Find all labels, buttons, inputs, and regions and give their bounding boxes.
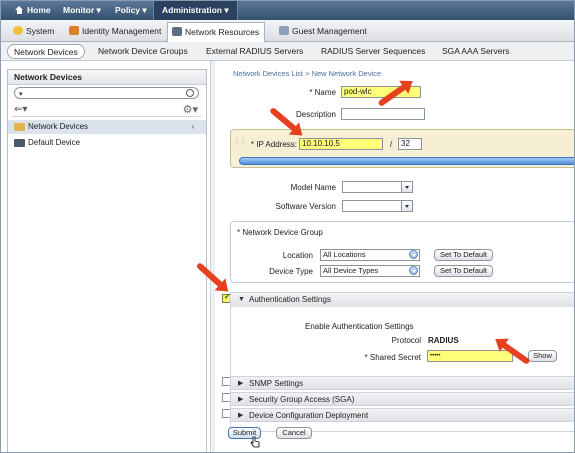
admin-subnav: System Identity Management Network Resou… [1, 20, 574, 42]
snmp-settings-header[interactable]: ▶ SNMP Settings [230, 376, 574, 390]
network-device-group-panel: * Network Device Group Location All Loca… [230, 221, 574, 283]
ip-range-bar [239, 157, 574, 165]
guest-icon [279, 26, 289, 35]
tree-item-default-device[interactable]: Default Device [8, 136, 206, 150]
tree-item-network-devices[interactable]: Network Devices › [8, 120, 206, 134]
mask-separator: / [389, 140, 393, 149]
snmp-settings-title: SNMP Settings [249, 379, 304, 388]
home-icon [15, 6, 24, 14]
cancel-button[interactable]: Cancel [276, 427, 312, 439]
chevron-down-icon[interactable] [409, 266, 418, 275]
nav-monitor[interactable]: Monitor ▾ [63, 1, 101, 20]
gear-icon[interactable]: ⚙▾ [183, 103, 198, 116]
software-version-label: Software Version [275, 202, 336, 211]
tab-identity-management[interactable]: Identity Management [65, 22, 161, 42]
sga-header[interactable]: ▶ Security Group Access (SGA) [230, 392, 574, 406]
sidebar-search-input[interactable]: ▾ [14, 87, 199, 99]
location-select[interactable]: All Locations [320, 249, 420, 261]
tab-system[interactable]: System [9, 22, 54, 42]
tab-identity-label: Identity Management [82, 26, 162, 36]
tab-network-device-groups[interactable]: Network Device Groups [98, 44, 188, 59]
location-value: All Locations [323, 250, 366, 259]
shared-secret-input[interactable]: ••••• [427, 350, 513, 362]
device-type-value: All Device Types [323, 266, 379, 275]
breadcrumb[interactable]: Network Devices List > New Network Devic… [233, 69, 381, 78]
main-form: Network Devices List > New Network Devic… [216, 61, 574, 452]
tab-radius-server-sequences[interactable]: RADIUS Server Sequences [321, 44, 425, 59]
software-version-select[interactable] [342, 200, 413, 212]
name-label: * Name [309, 88, 336, 97]
shared-secret-label: * Shared Secret [364, 353, 421, 362]
device-type-label: Device Type [269, 267, 313, 276]
tree-item-label: Network Devices [28, 122, 89, 131]
model-name-label: Model Name [290, 183, 336, 192]
chevron-right-icon[interactable]: › [191, 120, 194, 134]
tab-sga-aaa-servers[interactable]: SGA AAA Servers [442, 44, 510, 59]
triangle-right-icon: ▶ [238, 380, 244, 387]
triangle-down-icon: ▼ [238, 296, 245, 303]
description-input[interactable] [341, 108, 425, 120]
search-dropdown-icon[interactable]: ▾ [19, 90, 23, 98]
tab-system-label: System [26, 26, 55, 36]
ndg-title: * Network Device Group [237, 228, 323, 237]
tab-guest-management[interactable]: Guest Management [275, 22, 367, 42]
identity-icon [69, 26, 79, 35]
search-icon[interactable] [186, 89, 194, 97]
nav-home[interactable]: Home [15, 1, 51, 20]
sidebar-title: Network Devices [8, 70, 206, 85]
sidebar: Network Devices ▾ ⇐▾ ⚙▾ Network Devices … [7, 69, 207, 452]
triangle-right-icon: ▶ [238, 396, 244, 403]
ip-address-input[interactable]: 10.10.10.5 [299, 138, 383, 150]
enable-auth-label: Enable Authentication Settings [305, 322, 414, 331]
device-type-set-default-button[interactable]: Set To Default [434, 265, 493, 277]
chevron-down-icon[interactable] [401, 201, 412, 211]
authentication-settings-title: Authentication Settings [249, 295, 331, 304]
ip-address-label: * IP Address: [250, 140, 297, 149]
device-type-select[interactable]: All Device Types [320, 265, 420, 277]
location-label: Location [282, 251, 313, 260]
tab-network-resources-label: Network Resources [185, 27, 260, 37]
device-config-deployment-header[interactable]: ▶ Device Configuration Deployment [230, 408, 574, 422]
tab-external-radius-servers[interactable]: External RADIUS Servers [206, 44, 303, 59]
device-config-deployment-title: Device Configuration Deployment [249, 411, 369, 420]
back-arrow-icon[interactable]: ⇐▾ [14, 104, 27, 115]
nav-policy[interactable]: Policy ▾ [115, 1, 147, 20]
window: Home Monitor ▾ Policy ▾ Administration ▾… [0, 0, 575, 453]
tab-network-devices[interactable]: Network Devices [7, 44, 85, 59]
device-icon [14, 139, 25, 147]
ip-address-panel: ⋮⋮ * IP Address: 10.10.10.5 / 32 [230, 129, 574, 168]
show-secret-button[interactable]: Show [528, 350, 557, 362]
chevron-down-icon[interactable] [409, 250, 418, 259]
sga-title: Security Group Access (SGA) [249, 395, 355, 404]
nav-administration[interactable]: Administration ▾ [153, 1, 238, 20]
chevron-down-icon[interactable] [401, 182, 412, 192]
tab-network-resources[interactable]: Network Resources [167, 22, 266, 42]
model-name-select[interactable] [342, 181, 413, 193]
hand-cursor-icon [250, 436, 260, 448]
folder-icon [14, 123, 25, 131]
location-set-default-button[interactable]: Set To Default [434, 249, 493, 261]
triangle-right-icon: ▶ [238, 412, 244, 419]
authentication-settings-header[interactable]: ▼ Authentication Settings [231, 293, 574, 307]
nav-home-label: Home [27, 5, 51, 15]
network-resources-icon [172, 27, 182, 36]
tree-item-label: Default Device [28, 138, 81, 147]
protocol-label: Protocol [391, 336, 421, 345]
network-resources-nav: Network Devices Network Device Groups Ex… [1, 42, 574, 61]
subnet-mask-input[interactable]: 32 [398, 138, 422, 150]
tab-guest-label: Guest Management [292, 26, 367, 36]
top-nav: Home Monitor ▾ Policy ▾ Administration ▾ [1, 1, 574, 20]
pane-splitter[interactable] [210, 61, 215, 452]
protocol-value: RADIUS [428, 336, 459, 345]
sidebar-toolbar: ⇐▾ ⚙▾ [12, 103, 202, 117]
system-icon [13, 26, 23, 35]
